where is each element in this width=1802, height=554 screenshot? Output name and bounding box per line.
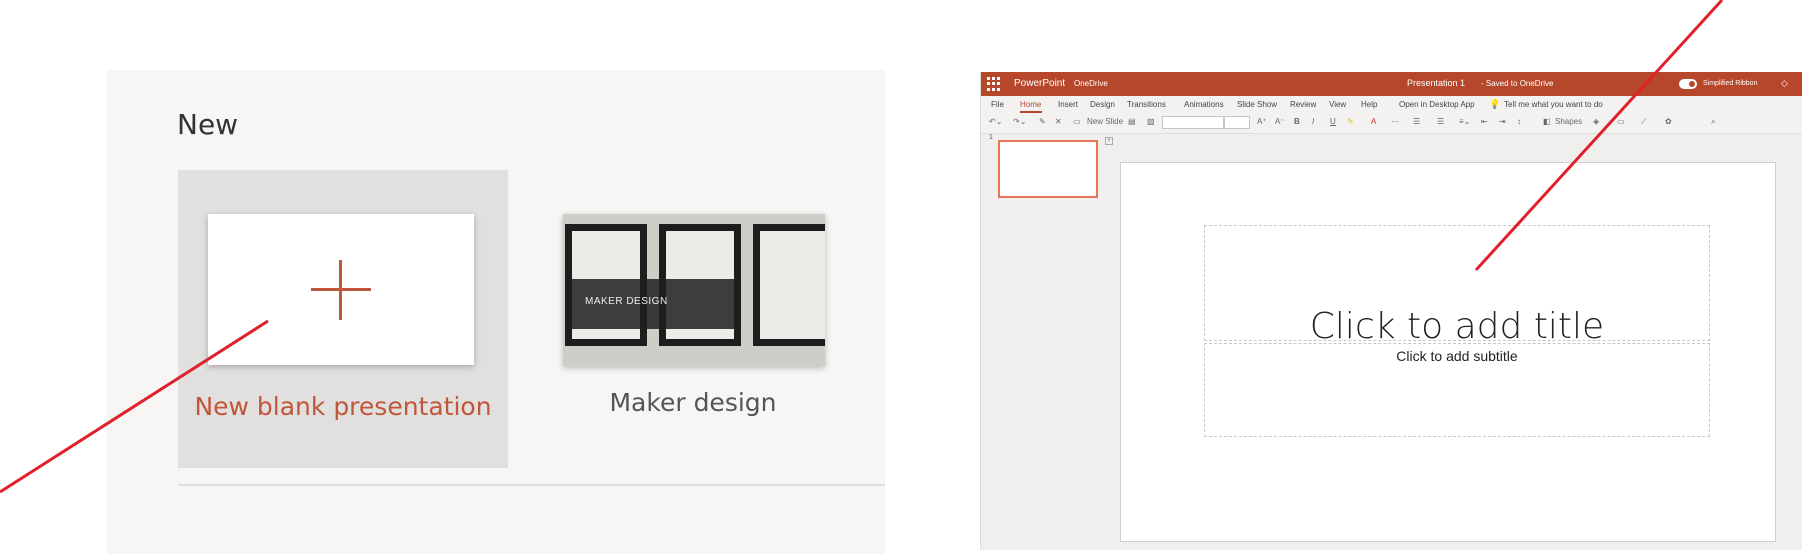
- tab-animations[interactable]: Animations: [1184, 100, 1224, 109]
- shapes-button[interactable]: Shapes: [1555, 117, 1582, 126]
- new-slide-icon[interactable]: ▭: [1073, 117, 1081, 126]
- save-status: - Saved to OneDrive: [1481, 79, 1554, 88]
- app-launcher-icon[interactable]: [987, 77, 1001, 91]
- format-painter-icon[interactable]: ✎: [1039, 117, 1046, 126]
- tell-me-search[interactable]: Tell me what you want to do: [1504, 100, 1603, 109]
- font-name-dropdown[interactable]: [1162, 116, 1224, 129]
- lightbulb-icon: 💡: [1489, 99, 1501, 109]
- plus-icon-vertical: [339, 260, 342, 320]
- tab-file[interactable]: File: [991, 100, 1004, 109]
- more-icon[interactable]: ⋯: [1391, 117, 1399, 126]
- picture-icon[interactable]: ▨: [1147, 117, 1155, 126]
- tab-help[interactable]: Help: [1361, 100, 1377, 109]
- redo-icon[interactable]: ↷⌄: [1013, 117, 1026, 126]
- tab-review[interactable]: Review: [1290, 100, 1316, 109]
- font-color-icon[interactable]: A: [1371, 117, 1376, 126]
- slide-thumbnail-pane: 1: [981, 134, 1099, 550]
- open-in-desktop-app[interactable]: Open in Desktop App: [1399, 100, 1475, 109]
- slide-thumbnail[interactable]: [998, 140, 1098, 198]
- bullets-icon[interactable]: ☰: [1413, 117, 1420, 126]
- layout-icon[interactable]: ▤: [1128, 117, 1136, 126]
- subtitle-placeholder-text: Click to add subtitle: [1396, 348, 1518, 364]
- simplified-ribbon-label: Simplified Ribbon: [1703, 80, 1758, 87]
- location-link[interactable]: OneDrive: [1074, 79, 1108, 88]
- increase-font-icon[interactable]: A⁺: [1257, 117, 1267, 126]
- expand-pane-icon[interactable]: +: [1105, 137, 1113, 145]
- undo-icon[interactable]: ↶⌄: [989, 117, 1002, 126]
- new-blank-presentation-tile[interactable]: New blank presentation: [178, 170, 508, 468]
- slide-number: 1: [989, 134, 993, 141]
- decrease-font-icon[interactable]: A⁻: [1275, 117, 1285, 126]
- divider: [178, 484, 885, 486]
- home-toolbar: ↶⌄ ↷⌄ ✎ ✕ ▭ New Slide ▤ ▨ A⁺ A⁻ B I U ✎ …: [981, 113, 1802, 134]
- delete-icon[interactable]: ✕: [1055, 117, 1062, 126]
- increase-indent-icon[interactable]: ⇥: [1499, 117, 1506, 126]
- title-placeholder[interactable]: Click to add title: [1204, 225, 1710, 347]
- subtitle-placeholder[interactable]: Click to add subtitle: [1204, 343, 1710, 437]
- tab-view[interactable]: View: [1329, 100, 1346, 109]
- maker-design-tile[interactable]: MAKER DESIGN: [563, 214, 825, 366]
- shape-outline-icon[interactable]: ▭: [1617, 117, 1625, 126]
- tab-slide-show[interactable]: Slide Show: [1237, 100, 1277, 109]
- simplified-ribbon-toggle[interactable]: [1679, 79, 1697, 89]
- tab-insert[interactable]: Insert: [1058, 100, 1078, 109]
- font-size-dropdown[interactable]: [1224, 116, 1250, 129]
- decrease-indent-icon[interactable]: ⇤: [1481, 117, 1488, 126]
- underline-icon[interactable]: U: [1330, 117, 1336, 126]
- tab-design[interactable]: Design: [1090, 100, 1115, 109]
- designer-icon[interactable]: ✿: [1665, 117, 1672, 126]
- shape-fill-icon[interactable]: ◈: [1593, 117, 1599, 126]
- app-name[interactable]: PowerPoint: [1014, 78, 1065, 89]
- highlight-icon[interactable]: ✎: [1347, 117, 1354, 126]
- picture-frame: [753, 224, 825, 346]
- powerpoint-window: PowerPoint OneDrive Presentation 1 - Sav…: [980, 72, 1802, 550]
- document-title[interactable]: Presentation 1: [1407, 78, 1465, 88]
- premium-diamond-icon[interactable]: ◇: [1781, 78, 1788, 89]
- slide-editor[interactable]: Click to add title Click to add subtitle: [1120, 162, 1776, 542]
- new-slide-button[interactable]: New Slide: [1087, 117, 1123, 126]
- numbering-icon[interactable]: ☰: [1437, 117, 1444, 126]
- tab-home[interactable]: Home: [1020, 100, 1041, 109]
- shapes-icon[interactable]: ◧: [1543, 117, 1551, 126]
- maker-band-text: MAKER DESIGN: [585, 296, 668, 307]
- maker-design-label[interactable]: Maker design: [547, 388, 839, 417]
- title-placeholder-text: Click to add title: [1309, 306, 1605, 347]
- title-bar: PowerPoint OneDrive Presentation 1 - Sav…: [981, 72, 1802, 96]
- blank-presentation-thumbnail[interactable]: [208, 214, 474, 365]
- line-spacing-icon[interactable]: ↕: [1517, 117, 1521, 126]
- search-icon[interactable]: ⌕: [1711, 117, 1715, 127]
- italic-icon[interactable]: I: [1312, 117, 1314, 126]
- new-blank-presentation-label[interactable]: New blank presentation: [178, 392, 508, 421]
- maker-design-thumbnail[interactable]: MAKER DESIGN: [563, 214, 825, 366]
- ribbon-tabs: File Home Insert Design Transitions Anim…: [981, 96, 1802, 113]
- new-presentation-panel: New New blank presentation MAKER DESIGN …: [107, 70, 885, 554]
- arrange-icon[interactable]: ⟋: [1641, 117, 1647, 127]
- tab-transitions[interactable]: Transitions: [1127, 100, 1166, 109]
- align-icon[interactable]: ≡⌄: [1459, 117, 1470, 126]
- new-heading: New: [177, 108, 239, 141]
- bold-icon[interactable]: B: [1294, 117, 1300, 126]
